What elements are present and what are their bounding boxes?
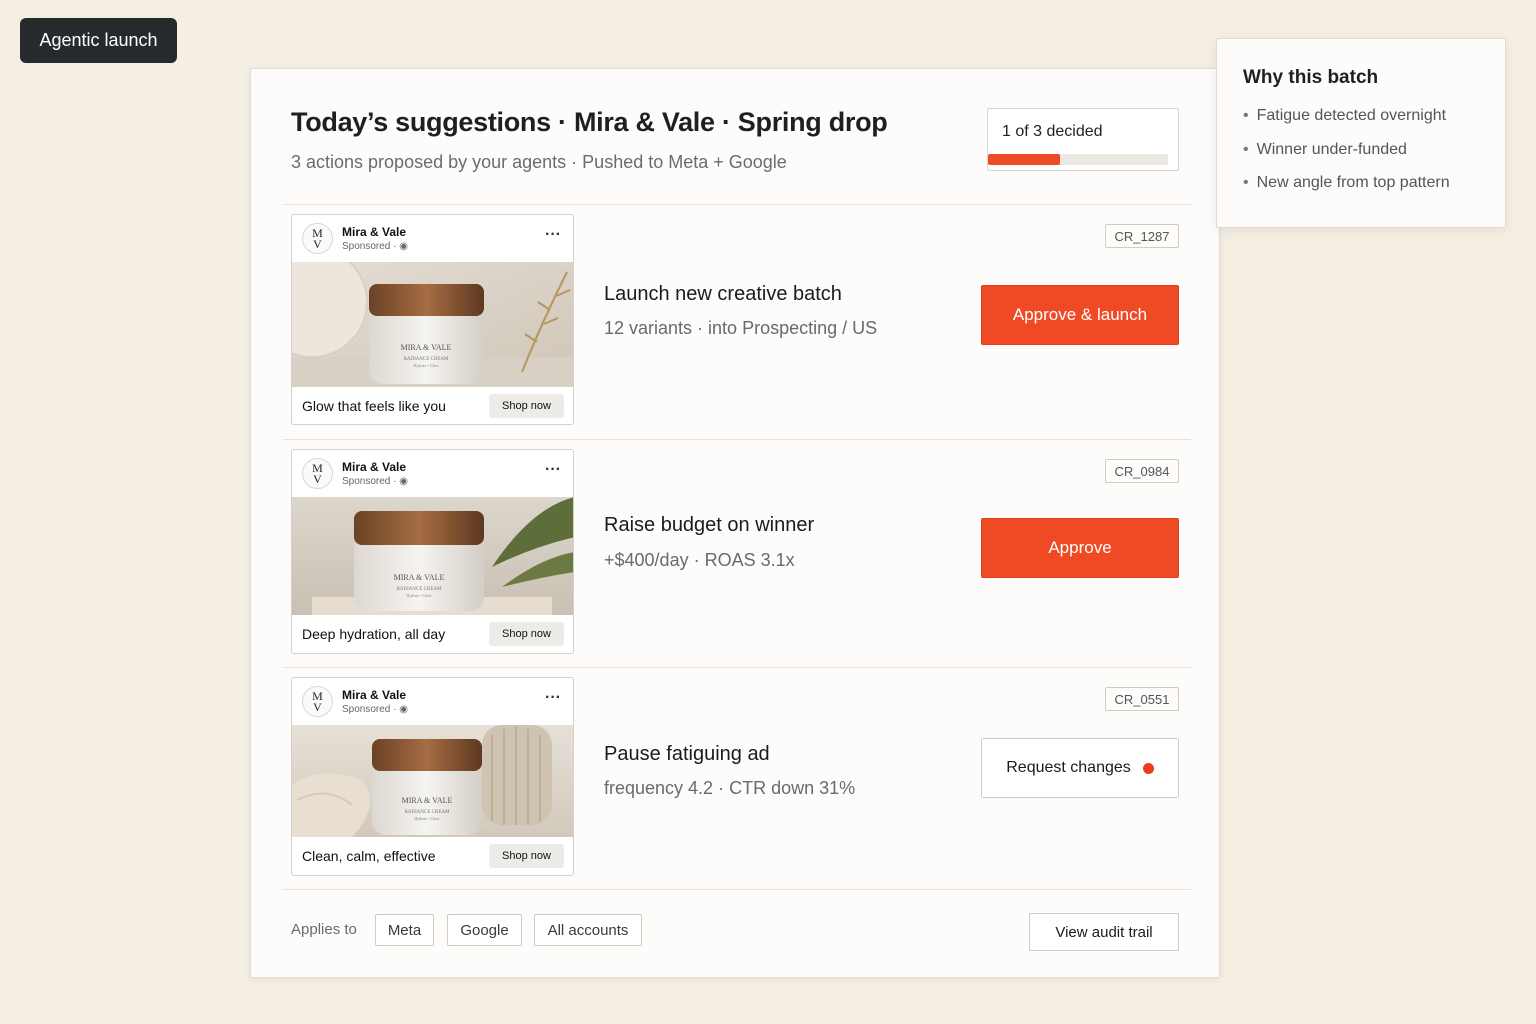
request-changes-label: Request changes (1006, 759, 1131, 776)
ad-sponsored-label: Sponsored · ◉ (342, 704, 408, 715)
ad-sponsored-label: Sponsored · ◉ (342, 241, 408, 252)
creative-id-badge: CR_1287 (1105, 224, 1179, 248)
why-list: Fatigue detected overnight Winner under-… (1243, 107, 1450, 208)
ad-header: MV Mira & Vale Sponsored · ◉ ··· (292, 450, 573, 497)
brand-logo: MV (302, 686, 333, 717)
divider (283, 204, 1191, 205)
svg-text:RADIANCE CREAM: RADIANCE CREAM (397, 587, 442, 592)
svg-text:RADIANCE CREAM: RADIANCE CREAM (404, 357, 449, 362)
ad-image: MIRA & VALE RADIANCE CREAM Hydrate • Glo… (292, 497, 573, 615)
more-icon[interactable]: ··· (545, 689, 561, 707)
divider (283, 667, 1191, 668)
why-this-batch-card: Why this batch Fatigue detected overnigh… (1216, 38, 1506, 228)
approve-button[interactable]: Approve (981, 518, 1179, 578)
ad-image: MIRA & VALE RADIANCE CREAM Hydrate • Glo… (292, 262, 573, 387)
view-audit-trail-button[interactable]: View audit trail (1029, 913, 1179, 951)
ad-brand-name: Mira & Vale (342, 688, 407, 702)
ad-preview-card[interactable]: MV Mira & Vale Sponsored · ◉ ··· MIRA & … (291, 449, 574, 654)
svg-text:MIRA & VALE: MIRA & VALE (401, 343, 452, 352)
svg-text:Hydrate • Glow: Hydrate • Glow (414, 816, 439, 821)
brand-logo: MV (302, 223, 333, 254)
globe-icon: ◉ (399, 476, 408, 487)
suggestion-row: MV Mira & Vale Sponsored · ◉ ··· MIRA & … (251, 214, 1221, 439)
shop-now-button[interactable]: Shop now (489, 622, 564, 646)
request-changes-button[interactable]: Request changes (981, 738, 1179, 798)
ad-preview-card[interactable]: MV Mira & Vale Sponsored · ◉ ··· MIRA & … (291, 677, 574, 876)
brand-logo: MV (302, 458, 333, 489)
ad-brand-name: Mira & Vale (342, 460, 407, 474)
ad-caption: Glow that feels like you (302, 398, 446, 414)
ad-preview-card[interactable]: MV Mira & Vale Sponsored · ◉ ··· MIRA & … (291, 214, 574, 425)
suggestion-detail: +$400/day · ROAS 3.1x (604, 550, 795, 570)
divider (283, 439, 1191, 440)
suggestions-panel: Today’s suggestions · Mira & Vale · Spri… (250, 68, 1220, 978)
why-item: New angle from top pattern (1243, 174, 1450, 208)
suggestion-title: Launch new creative batch (604, 283, 842, 305)
suggestion-title: Pause fatiguing ad (604, 743, 770, 765)
ad-sponsored-label: Sponsored · ◉ (342, 476, 408, 487)
chip-all-accounts[interactable]: All accounts (534, 914, 642, 946)
page-title: Today’s suggestions · Mira & Vale · Spri… (291, 107, 888, 137)
divider (283, 889, 1191, 890)
page-subtitle: 3 actions proposed by your agents · Push… (291, 152, 787, 172)
ad-brand-name: Mira & Vale (342, 225, 407, 239)
more-icon[interactable]: ··· (545, 226, 561, 244)
ad-image: MIRA & VALE RADIANCE CREAM Hydrate • Glo… (292, 725, 573, 837)
ad-caption: Clean, calm, effective (302, 848, 436, 864)
shop-now-button[interactable]: Shop now (489, 844, 564, 868)
ad-footer: Clean, calm, effective Shop now (292, 837, 573, 875)
more-icon[interactable]: ··· (545, 461, 561, 479)
ad-header: MV Mira & Vale Sponsored · ◉ ··· (292, 215, 573, 262)
progress-track (988, 154, 1168, 165)
shop-now-button[interactable]: Shop now (489, 394, 564, 418)
chip-google[interactable]: Google (447, 914, 522, 946)
suggestion-row: MV Mira & Vale Sponsored · ◉ ··· MIRA & … (251, 677, 1221, 889)
suggestion-detail: frequency 4.2 · CTR down 31% (604, 778, 856, 798)
progress-label: 1 of 3 decided (1002, 123, 1103, 140)
svg-text:MIRA & VALE: MIRA & VALE (402, 796, 453, 805)
why-item: Winner under-funded (1243, 141, 1450, 175)
why-item: Fatigue detected overnight (1243, 107, 1450, 141)
brand-label: Agentic launch (20, 18, 177, 63)
why-title: Why this batch (1243, 67, 1379, 88)
ad-footer: Glow that feels like you Shop now (292, 387, 573, 424)
suggestion-row: MV Mira & Vale Sponsored · ◉ ··· MIRA & … (251, 449, 1221, 667)
suggestion-detail: 12 variants · into Prospecting / US (604, 318, 878, 338)
svg-text:Hydrate • Glow: Hydrate • Glow (406, 593, 431, 598)
applies-to-label: Applies to (291, 921, 357, 938)
svg-text:Hydrate • Glow: Hydrate • Glow (413, 363, 438, 368)
status-dot-icon (1142, 762, 1154, 774)
approve-launch-button[interactable]: Approve & launch (981, 285, 1179, 345)
ad-footer: Deep hydration, all day Shop now (292, 615, 573, 653)
globe-icon: ◉ (399, 241, 408, 252)
svg-text:RADIANCE CREAM: RADIANCE CREAM (405, 810, 450, 815)
creative-id-badge: CR_0984 (1105, 459, 1179, 483)
progress-fill (988, 154, 1060, 165)
ad-caption: Deep hydration, all day (302, 626, 446, 642)
globe-icon: ◉ (399, 704, 408, 715)
svg-text:MIRA & VALE: MIRA & VALE (394, 573, 445, 582)
decision-progress: 1 of 3 decided (987, 108, 1179, 171)
suggestion-title: Raise budget on winner (604, 514, 815, 536)
creative-id-badge: CR_0551 (1105, 687, 1179, 711)
ad-header: MV Mira & Vale Sponsored · ◉ ··· (292, 678, 573, 725)
chip-meta[interactable]: Meta (375, 914, 434, 946)
